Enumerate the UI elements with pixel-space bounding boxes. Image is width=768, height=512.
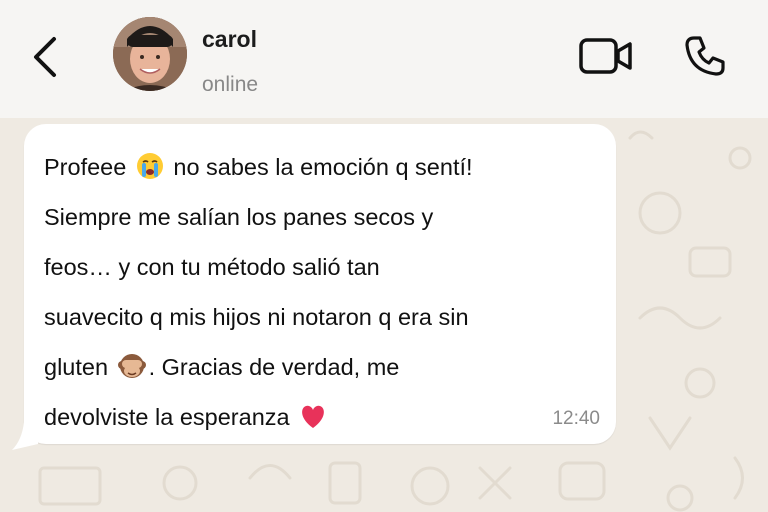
message-line: no sabes la emoción q sentí! — [173, 154, 473, 180]
message-line: devolviste la esperanza — [44, 404, 290, 430]
message-line: feos… y con tu método salió tan — [44, 254, 380, 280]
bubble-tail — [12, 422, 38, 450]
chat-header: carol online — [0, 0, 768, 118]
phone-icon[interactable] — [682, 33, 728, 79]
avatar[interactable] — [113, 17, 187, 91]
see-no-evil-monkey-emoji — [117, 353, 146, 378]
message-line: . Gracias de verdad, me — [148, 354, 400, 380]
red-heart-emoji — [302, 405, 324, 428]
chevron-left-icon[interactable] — [26, 33, 66, 81]
message-text: Profeee no sabes la emoción q sentí! Sie… — [44, 142, 604, 442]
message-line: suavecito q mis hijos ni notaron q era s… — [44, 304, 469, 330]
video-camera-icon[interactable] — [578, 36, 634, 76]
contact-name[interactable]: carol — [202, 26, 257, 53]
message-line: gluten — [44, 354, 109, 380]
chat-area[interactable]: Profeee no sabes la emoción q sentí! Sie… — [0, 118, 768, 512]
contact-status: online — [202, 73, 259, 96]
message-line: Profeee — [44, 154, 127, 180]
crying-face-emoji — [136, 152, 163, 179]
message-bubble[interactable]: Profeee no sabes la emoción q sentí! Sie… — [24, 124, 616, 444]
message-line: Siempre me salían los panes secos y — [44, 204, 434, 230]
message-time: 12:40 — [552, 408, 600, 429]
